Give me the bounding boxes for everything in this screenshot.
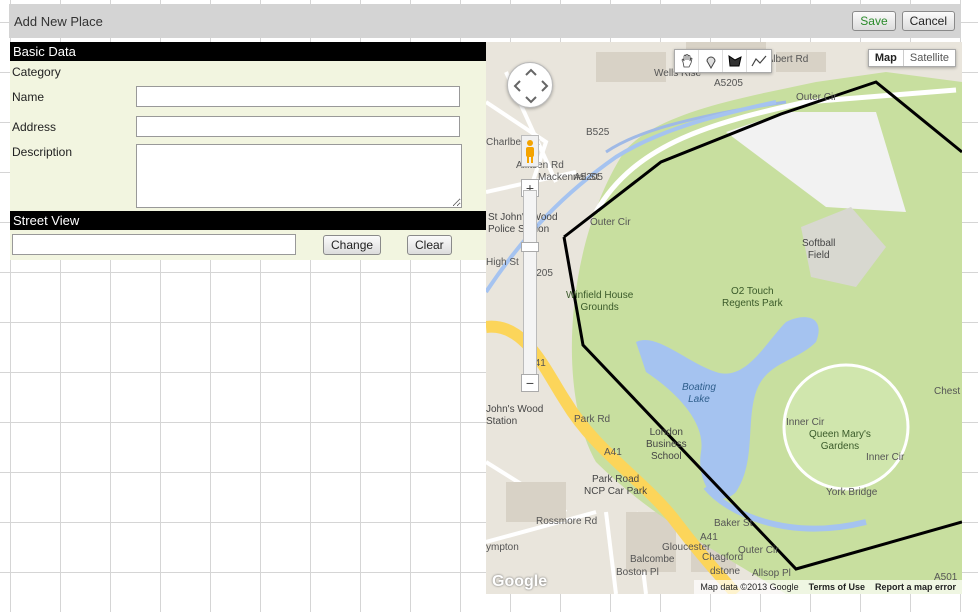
map-type-satellite[interactable]: Satellite <box>904 50 955 66</box>
map-label: Park Road NCP Car Park <box>584 474 648 497</box>
map-label: Inner Cir <box>866 452 905 463</box>
map-label: John's Wood Station <box>486 404 544 427</box>
map-label: Winfield House Grounds <box>566 290 634 313</box>
drawing-toolbar <box>674 49 772 73</box>
marker-icon[interactable] <box>699 50 723 72</box>
name-input[interactable] <box>136 86 460 107</box>
basic-data-header: Basic Data <box>10 42 486 61</box>
description-textarea[interactable] <box>136 144 462 208</box>
map-label: Queen Mary's Gardens <box>809 429 871 452</box>
map-label: Inner Cir <box>786 417 825 428</box>
map-label: O2 Touch Regents Park <box>722 286 783 309</box>
address-input[interactable] <box>136 116 460 137</box>
pegman-icon[interactable] <box>521 135 539 167</box>
dialog-title-bar: Add New Place Save Cancel <box>9 4 961 38</box>
map-label: Outer Cir <box>590 217 631 228</box>
zoom-slider-track[interactable] <box>523 190 537 380</box>
map-attribution: Map data ©2013 Google <box>700 582 799 592</box>
street-view-section: Change Clear <box>10 230 486 260</box>
report-map-error-link[interactable]: Report a map error <box>875 582 956 592</box>
map-label: High St <box>486 257 519 268</box>
map-tiles <box>486 42 962 594</box>
cancel-button[interactable]: Cancel <box>901 11 955 31</box>
map-label: York Bridge <box>826 487 878 498</box>
basic-data-section: Category Name Address Description <box>10 61 486 211</box>
map-label: Boston Pl <box>616 567 659 578</box>
map-label: Softball Field <box>802 238 836 261</box>
map-footer: Map data ©2013 Google Terms of Use Repor… <box>694 580 962 594</box>
map-label: A5205 <box>574 172 603 183</box>
map-label: Boating Lake <box>682 382 716 405</box>
page: Add New Place Save Cancel Basic Data Cat… <box>0 0 978 612</box>
hand-icon[interactable] <box>675 50 699 72</box>
zoom-slider-handle[interactable] <box>521 242 539 252</box>
pan-control[interactable] <box>507 62 553 108</box>
map-label: A41 <box>604 447 622 458</box>
name-label: Name <box>12 90 45 104</box>
address-label: Address <box>12 120 57 134</box>
map-label: dstone <box>710 566 741 577</box>
zoom-out-button[interactable]: − <box>521 374 539 392</box>
map-label: Chest <box>934 386 961 397</box>
map-label: Chagford <box>702 552 744 563</box>
category-label: Category <box>12 65 61 79</box>
form-panel: Basic Data Category Name Address Descrip… <box>10 42 486 260</box>
pan-arrows-icon <box>513 68 549 104</box>
map-label: Rossmore Rd <box>536 516 598 527</box>
street-view-header: Street View <box>10 211 486 230</box>
map-canvas[interactable]: Prince Albert Rd A5205 Wells Rise Outer … <box>486 42 962 594</box>
change-button[interactable]: Change <box>323 235 382 255</box>
polyline-icon[interactable] <box>747 50 771 72</box>
map-label: Balcombe <box>630 554 675 565</box>
polygon-icon[interactable] <box>723 50 747 72</box>
map-label: London Business School <box>646 427 687 462</box>
map-type-control: Map Satellite <box>867 49 956 67</box>
map-label: Outer Cir <box>738 545 779 556</box>
map-label: Baker St <box>714 518 753 529</box>
map-label: Allsop Pl <box>752 568 791 579</box>
map-label: Outer Cir <box>796 92 837 103</box>
map-label: A5205 <box>714 78 743 89</box>
map-label: Park Rd <box>574 414 611 425</box>
clear-button[interactable]: Clear <box>407 235 452 255</box>
map-label: B525 <box>586 127 610 138</box>
map-label: A41 <box>700 532 718 543</box>
dialog-title: Add New Place <box>14 13 103 29</box>
description-label: Description <box>12 145 73 159</box>
terms-of-use-link[interactable]: Terms of Use <box>809 582 865 592</box>
street-view-input[interactable] <box>12 234 296 255</box>
save-button[interactable]: Save <box>852 11 896 31</box>
google-logo: Google <box>492 573 548 590</box>
map-label: ympton <box>486 542 519 553</box>
map-type-map[interactable]: Map <box>869 50 904 66</box>
